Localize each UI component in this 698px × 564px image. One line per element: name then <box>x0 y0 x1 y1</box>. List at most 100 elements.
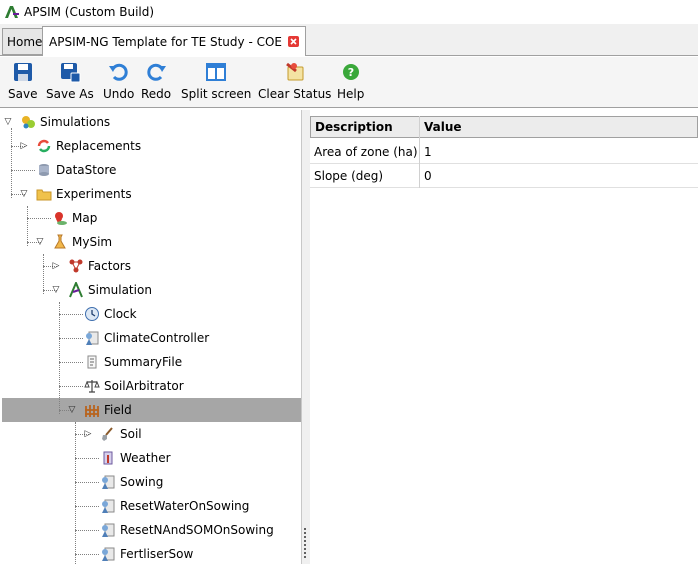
tree-node-label: ClimateController <box>104 331 210 345</box>
help-icon: ? <box>342 64 359 80</box>
expand-arrow-icon[interactable]: ▷ <box>19 141 29 151</box>
tree-node-soil[interactable]: Soil <box>100 422 142 446</box>
tree-node-label: ResetWaterOnSowing <box>120 499 250 513</box>
tree-node-datastore[interactable]: DataStore <box>36 158 116 182</box>
save-button[interactable]: Save <box>8 61 37 101</box>
collapse-arrow-icon[interactable]: ▽ <box>19 189 29 199</box>
tree-connector <box>75 482 99 483</box>
clock-icon <box>85 307 99 321</box>
column-header-value[interactable]: Value <box>419 116 698 138</box>
shovel-icon <box>102 427 113 441</box>
tree-node-label: Simulation <box>88 283 152 297</box>
tree-connector <box>59 386 83 387</box>
tab-document-label: APSIM-NG Template for TE Study - COE <box>49 34 282 49</box>
cell-text: 0 <box>424 168 432 183</box>
tree-node-label: Factors <box>88 259 131 273</box>
tree-node-label: Weather <box>120 451 171 465</box>
splitter-grip[interactable] <box>304 528 307 558</box>
tree-connector <box>59 314 83 315</box>
split-screen-label: Split screen <box>181 87 252 101</box>
tab-strip: Home APSIM-NG Template for TE Study - CO… <box>0 24 698 56</box>
help-label: Help <box>337 87 365 101</box>
simulation-tree[interactable]: ▽ ▷ ▽ ▽ ▷ ▽ ▽ ▷ Simulations Replacements… <box>0 110 302 564</box>
save-as-button[interactable]: Save As <box>46 61 94 101</box>
toolbar: Save Save As Undo Redo Split screen Clea… <box>0 57 698 108</box>
tree-connector <box>75 554 99 555</box>
tree-connector <box>75 506 99 507</box>
svg-text:?: ? <box>347 66 353 79</box>
collapse-arrow-icon[interactable]: ▽ <box>3 117 13 127</box>
manager-script-icon <box>102 547 115 561</box>
expand-arrow-icon[interactable]: ▷ <box>83 429 93 439</box>
expand-arrow-icon[interactable]: ▷ <box>51 261 61 271</box>
collapse-arrow-icon[interactable]: ▽ <box>35 237 45 247</box>
cell-text: Area of zone (ha) <box>314 144 418 159</box>
tree-node-factors[interactable]: Factors <box>68 254 131 278</box>
tree-node-label: Clock <box>104 307 137 321</box>
tree-node-soil-arbitrator[interactable]: SoilArbitrator <box>84 374 184 398</box>
split-screen-button[interactable]: Split screen <box>181 61 251 101</box>
column-header-label: Value <box>424 120 462 134</box>
folder-icon <box>36 189 52 201</box>
manager-script-icon <box>102 499 115 513</box>
tree-connector <box>59 362 83 363</box>
column-header-label: Description <box>315 120 393 134</box>
factors-icon <box>69 259 83 273</box>
replacements-icon <box>37 139 51 153</box>
tree-node-reset-n-and-som-on-sowing[interactable]: ResetNAndSOMOnSowing <box>100 518 274 542</box>
tree-node-reset-water-on-sowing[interactable]: ResetWaterOnSowing <box>100 494 249 518</box>
save-icon <box>13 63 32 81</box>
save-as-icon <box>60 63 81 83</box>
tree-node-climate-controller[interactable]: ClimateController <box>84 326 209 350</box>
redo-label: Redo <box>141 87 172 101</box>
undo-icon <box>108 63 128 81</box>
tree-node-label: Replacements <box>56 139 142 153</box>
tree-node-weather[interactable]: Weather <box>100 446 171 470</box>
panel-splitter[interactable] <box>302 110 310 564</box>
undo-button[interactable]: Undo <box>103 61 134 101</box>
map-pin-icon <box>55 212 67 225</box>
help-button[interactable]: ? Help <box>337 61 364 101</box>
tree-node-sowing[interactable]: Sowing <box>100 470 163 494</box>
grid-cell-description: Slope (deg) <box>310 164 419 188</box>
collapse-arrow-icon[interactable]: ▽ <box>67 405 77 415</box>
tree-node-experiments[interactable]: Experiments <box>36 182 132 206</box>
column-header-description[interactable]: Description <box>310 116 420 138</box>
manager-script-icon <box>102 523 115 537</box>
grid-cell-value[interactable]: 0 <box>420 164 698 188</box>
tree-connector <box>27 206 28 246</box>
tree-node-summary-file[interactable]: SummaryFile <box>84 350 182 374</box>
redo-icon <box>147 63 167 81</box>
tree-node-field[interactable]: Field <box>84 398 132 422</box>
database-icon <box>39 164 49 176</box>
tree-node-label: Field <box>104 403 132 417</box>
tree-node-map[interactable]: Map <box>52 206 97 230</box>
redo-button[interactable]: Redo <box>141 61 171 101</box>
tree-node-clock[interactable]: Clock <box>84 302 137 326</box>
tree-node-fertiliser-sow[interactable]: FertliserSow <box>100 542 193 564</box>
field-fence-icon <box>85 405 99 417</box>
grid-cell-value[interactable]: 1 <box>420 140 698 164</box>
property-grid[interactable]: Description Value Area of zone (ha) 1 Sl… <box>310 110 698 564</box>
grid-cell-description: Area of zone (ha) <box>310 140 419 164</box>
close-icon[interactable] <box>288 36 299 47</box>
save-label: Save <box>8 87 38 101</box>
tree-node-mysim[interactable]: MySim <box>52 230 112 254</box>
tree-node-simulation[interactable]: Simulation <box>68 278 152 302</box>
simulations-icon <box>22 116 35 129</box>
undo-label: Undo <box>103 87 135 101</box>
simulation-icon <box>69 282 83 298</box>
split-screen-icon <box>206 63 227 81</box>
tree-node-simulations[interactable]: Simulations <box>20 110 110 134</box>
collapse-arrow-icon[interactable]: ▽ <box>51 285 61 295</box>
tab-document[interactable]: APSIM-NG Template for TE Study - COE <box>42 26 306 56</box>
tree-connector <box>11 170 35 171</box>
title-bar: APSIM (Custom Build) <box>0 0 698 24</box>
apsim-logo-icon <box>5 6 19 18</box>
tree-node-replacements[interactable]: Replacements <box>36 134 141 158</box>
clear-status-button[interactable]: Clear Status <box>258 61 331 101</box>
tree-node-label: Map <box>72 211 98 225</box>
tab-home[interactable]: Home <box>2 28 48 55</box>
tree-node-label: SoilArbitrator <box>104 379 184 393</box>
tree-connector <box>11 128 12 198</box>
